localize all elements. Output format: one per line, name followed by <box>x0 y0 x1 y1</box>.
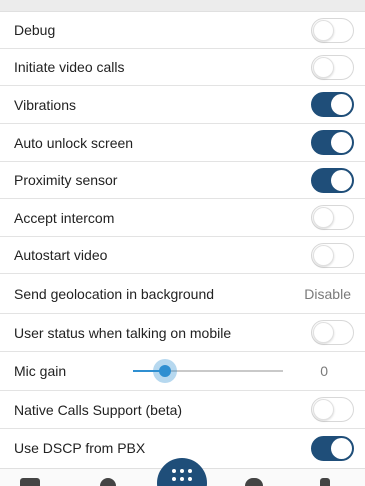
debug-toggle[interactable] <box>311 17 354 43</box>
setting-label: Native Calls Support (beta) <box>14 401 183 418</box>
setting-label: Auto unlock screen <box>14 134 134 151</box>
user-status-mobile-toggle[interactable] <box>311 320 354 345</box>
setting-label: User status when talking on mobile <box>14 324 232 341</box>
mic-gain-slider[interactable] <box>133 359 283 383</box>
setting-row-vibrations[interactable]: Vibrations <box>0 86 365 124</box>
setting-row-autostart-video[interactable]: Autostart video <box>0 237 365 274</box>
vibrations-toggle[interactable] <box>311 92 354 117</box>
setting-label: Vibrations <box>14 96 77 113</box>
setting-row-debug[interactable]: Debug <box>0 12 365 49</box>
setting-row-accept-intercom[interactable]: Accept intercom <box>0 199 365 237</box>
toggle-knob <box>313 244 334 266</box>
auto-unlock-screen-toggle[interactable] <box>311 130 354 155</box>
setting-label: Use DSCP from PBX <box>14 440 146 456</box>
setting-label: Autostart video <box>14 247 108 263</box>
nav-tab-icon[interactable] <box>320 478 330 486</box>
autostart-video-toggle[interactable] <box>311 242 354 268</box>
toggle-knob <box>331 169 352 191</box>
setting-row-initiate-video-calls[interactable]: Initiate video calls <box>0 49 365 86</box>
proximity-sensor-toggle[interactable] <box>311 167 354 193</box>
setting-row-send-geolocation[interactable]: Send geolocation in background Disable <box>0 274 365 314</box>
toggle-knob <box>313 207 334 228</box>
mic-gain-value: 0 <box>320 363 328 379</box>
toggle-knob <box>331 94 352 115</box>
setting-label: Initiate video calls <box>14 59 125 75</box>
top-strip <box>0 0 365 12</box>
dialpad-icon <box>172 469 192 481</box>
settings-screen: Debug Initiate video calls Vibrations Au… <box>0 0 365 486</box>
setting-row-native-calls-support[interactable]: Native Calls Support (beta) <box>0 391 365 429</box>
setting-label: Proximity sensor <box>14 172 118 188</box>
toggle-knob <box>313 19 334 41</box>
setting-label: Mic gain <box>14 363 67 379</box>
setting-row-proximity-sensor[interactable]: Proximity sensor <box>0 162 365 199</box>
toggle-knob <box>313 56 334 78</box>
nav-tab-icon[interactable] <box>245 478 263 486</box>
setting-row-user-status-mobile[interactable]: User status when talking on mobile <box>0 314 365 352</box>
toggle-knob <box>313 322 334 343</box>
slider-thumb[interactable] <box>153 359 177 383</box>
setting-label: Debug <box>14 22 56 38</box>
initiate-video-calls-toggle[interactable] <box>311 54 354 80</box>
toggle-knob <box>313 399 334 420</box>
setting-row-auto-unlock-screen[interactable]: Auto unlock screen <box>0 124 365 162</box>
nav-tab-icon[interactable] <box>20 478 40 486</box>
native-calls-support-toggle[interactable] <box>311 397 354 422</box>
setting-label: Accept intercom <box>14 209 115 226</box>
accept-intercom-toggle[interactable] <box>311 205 354 230</box>
send-geolocation-value[interactable]: Disable <box>304 286 351 302</box>
setting-label: Send geolocation in background <box>14 285 215 302</box>
use-dscp-pbx-toggle[interactable] <box>311 435 354 461</box>
toggle-knob <box>331 132 352 153</box>
toggle-knob <box>331 437 352 459</box>
setting-row-mic-gain: Mic gain 0 <box>0 352 365 391</box>
